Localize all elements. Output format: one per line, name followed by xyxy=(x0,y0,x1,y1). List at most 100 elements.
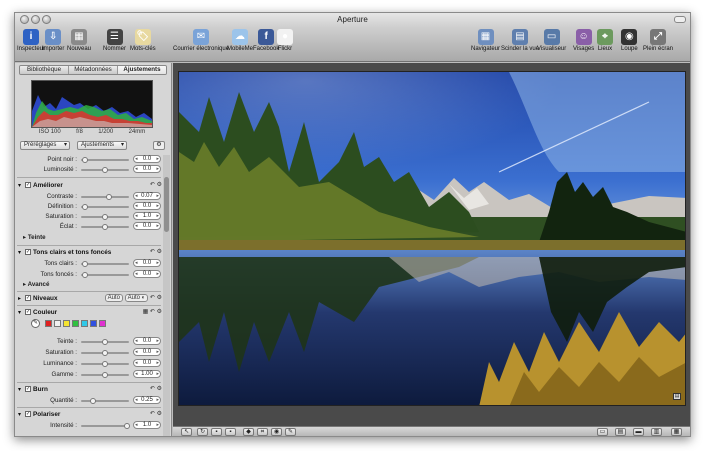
color-swatch[interactable] xyxy=(63,320,70,327)
section-color[interactable]: ▾ ✓ Couleur ▦ ↶ ⚙ xyxy=(18,308,163,318)
tab-adjustments[interactable]: Ajustements xyxy=(118,66,166,74)
slider-value[interactable]: 0.0 xyxy=(133,155,161,163)
section-burn[interactable]: ▾ ✓ Burn ↶ ⚙ xyxy=(18,385,163,395)
filmstrip-icon[interactable]: ▬ xyxy=(633,428,644,436)
slider-value[interactable]: 0.07 xyxy=(133,192,161,200)
slider-track[interactable] xyxy=(81,214,129,220)
color-swatch[interactable] xyxy=(45,320,52,327)
slider-value[interactable]: 0.0 xyxy=(133,359,161,367)
inspector-scrollbar[interactable] xyxy=(163,155,170,436)
section-controls[interactable]: ↶ ⚙ xyxy=(150,248,162,255)
slider-knob[interactable] xyxy=(81,261,88,267)
slider-knob[interactable] xyxy=(102,214,108,220)
toolbar-button-import[interactable]: ⇩ Importer xyxy=(42,29,64,52)
tab-library[interactable]: Bibliothèque xyxy=(20,66,69,74)
toolbar-button-browser[interactable]: ▦ Navigateur xyxy=(471,29,500,52)
color-swatch[interactable] xyxy=(99,320,106,327)
disclosure-triangle-icon[interactable]: ▾ xyxy=(18,309,21,316)
fullscreen-toggle-icon[interactable]: ▭ xyxy=(597,428,608,436)
slider-track[interactable] xyxy=(81,361,129,367)
slider-track[interactable] xyxy=(81,204,129,210)
scrollbar-thumb[interactable] xyxy=(164,177,169,232)
stamp-tool-icon[interactable]: ▪ xyxy=(211,428,222,436)
slider-track[interactable] xyxy=(81,423,130,429)
slider-knob[interactable] xyxy=(102,372,108,378)
toolbar-button-viewer[interactable]: ▭ Visualiseur xyxy=(537,29,566,52)
toolbar-button-places[interactable]: ⌖ Lieux xyxy=(597,29,613,52)
slider-value[interactable]: 0.0 xyxy=(133,337,161,345)
slider-knob[interactable] xyxy=(102,361,108,367)
slider-track[interactable] xyxy=(81,224,129,230)
slider-knob[interactable] xyxy=(102,339,108,345)
red-eye-tool-icon[interactable]: ◉ xyxy=(271,428,282,436)
section-polarize[interactable]: ▾ ✓ Polariser ↶ ⚙ xyxy=(18,410,163,420)
levels-auto-luma-button[interactable]: Auto ◐ xyxy=(124,294,149,302)
slider-value[interactable]: 0.25 xyxy=(133,396,161,404)
slider-value[interactable]: 1.0 xyxy=(133,212,161,220)
slider-knob[interactable] xyxy=(81,157,88,163)
main-photo[interactable] xyxy=(178,71,686,406)
slider-knob[interactable] xyxy=(102,224,108,230)
slider-track[interactable] xyxy=(81,272,129,278)
slider-track[interactable] xyxy=(81,261,129,267)
toolbar-button-keyword[interactable]: 🏷 Mots-clés xyxy=(130,29,156,52)
browser-toggle-icon[interactable]: ▤ xyxy=(615,428,626,436)
slider-track[interactable] xyxy=(81,194,129,200)
subsection-advanced[interactable]: ▸ Avancé xyxy=(23,281,49,288)
toolbar-button-loupe[interactable]: ◉ Loupe xyxy=(621,29,638,52)
toolbar-button-name[interactable]: ☰ Nommer xyxy=(103,29,126,52)
color-swatch[interactable] xyxy=(54,320,61,327)
toolbar-button-info[interactable]: i Inspecteur xyxy=(17,29,45,52)
section-enhance[interactable]: ▾ ✓ Améliorer ↶ ⚙ xyxy=(18,181,163,191)
eyedropper-icon[interactable]: ✎ xyxy=(31,319,40,328)
enable-checkbox[interactable]: ✓ xyxy=(25,182,31,188)
section-controls[interactable]: ↶ ⚙ xyxy=(150,181,162,188)
enable-checkbox[interactable]: ✓ xyxy=(25,295,31,301)
subsection-tint[interactable]: ▸ Teinte xyxy=(23,234,46,241)
color-swatch[interactable] xyxy=(81,320,88,327)
toolbar-button-fullscreen[interactable]: ⤢ Plein écran xyxy=(643,29,673,52)
toolbar-button-new[interactable]: ▦ Nouveau xyxy=(67,29,91,52)
toolbar-button-faces[interactable]: ☺ Visages xyxy=(573,29,594,52)
disclosure-triangle-icon[interactable]: ▾ xyxy=(18,182,21,189)
section-highlights-shadows[interactable]: ▾ ✓ Tons clairs et tons foncés ↶ ⚙ xyxy=(18,248,163,258)
disclosure-triangle-icon[interactable]: ▾ xyxy=(18,249,21,256)
viewer-split-icon[interactable]: ▥ xyxy=(651,428,662,436)
slider-knob[interactable] xyxy=(81,204,88,210)
adjustments-dropdown[interactable]: Ajustements xyxy=(77,141,127,150)
select-tool-icon[interactable]: ↖ xyxy=(181,428,192,436)
color-swatch[interactable] xyxy=(72,320,79,327)
slider-knob[interactable] xyxy=(81,272,88,278)
slider-knob[interactable] xyxy=(123,423,130,429)
slider-knob[interactable] xyxy=(105,194,112,200)
enable-checkbox[interactable]: ✓ xyxy=(25,411,31,417)
section-controls[interactable]: ↶ ⚙ xyxy=(150,385,162,392)
disclosure-triangle-icon[interactable]: ▾ xyxy=(18,386,21,393)
toolbar-button-mobileme[interactable]: ☁ MobileMe xyxy=(227,29,253,52)
slider-knob[interactable] xyxy=(102,167,108,173)
straighten-tool-icon[interactable]: ◆ xyxy=(243,428,254,436)
presets-dropdown[interactable]: Préréglages xyxy=(20,141,70,150)
disclosure-triangle-icon[interactable]: ▾ xyxy=(18,411,21,418)
crop-tool-icon[interactable]: ⌗ xyxy=(257,428,268,436)
slider-knob[interactable] xyxy=(90,398,96,404)
info-overlay-icon[interactable]: ▤ xyxy=(673,393,681,400)
section-controls[interactable]: Auto Auto ◐ ↶ ⚙ xyxy=(104,294,162,302)
rotate-tool-icon[interactable]: ↻ xyxy=(197,428,208,436)
slider-track[interactable] xyxy=(81,350,129,356)
disclosure-triangle-icon[interactable]: ▸ xyxy=(18,295,21,302)
slider-knob[interactable] xyxy=(102,350,108,356)
retouch-tool-icon[interactable]: ✎ xyxy=(285,428,296,436)
action-gear-icon[interactable]: ⚙ xyxy=(153,141,165,150)
slider-value[interactable]: 0.0 xyxy=(133,222,161,230)
slider-value[interactable]: 0.0 xyxy=(133,270,161,278)
grid-view-icon[interactable]: ▦ xyxy=(671,428,682,436)
enable-checkbox[interactable]: ✓ xyxy=(25,309,31,315)
slider-track[interactable] xyxy=(81,372,129,378)
brush-tool-icon[interactable]: ▪ xyxy=(225,428,236,436)
slider-track[interactable] xyxy=(81,398,129,404)
slider-track[interactable] xyxy=(81,339,129,345)
toolbar-button-facebook[interactable]: f Facebook xyxy=(253,29,279,52)
slider-track[interactable] xyxy=(81,167,129,173)
slider-value[interactable]: 0.0 xyxy=(133,259,161,267)
